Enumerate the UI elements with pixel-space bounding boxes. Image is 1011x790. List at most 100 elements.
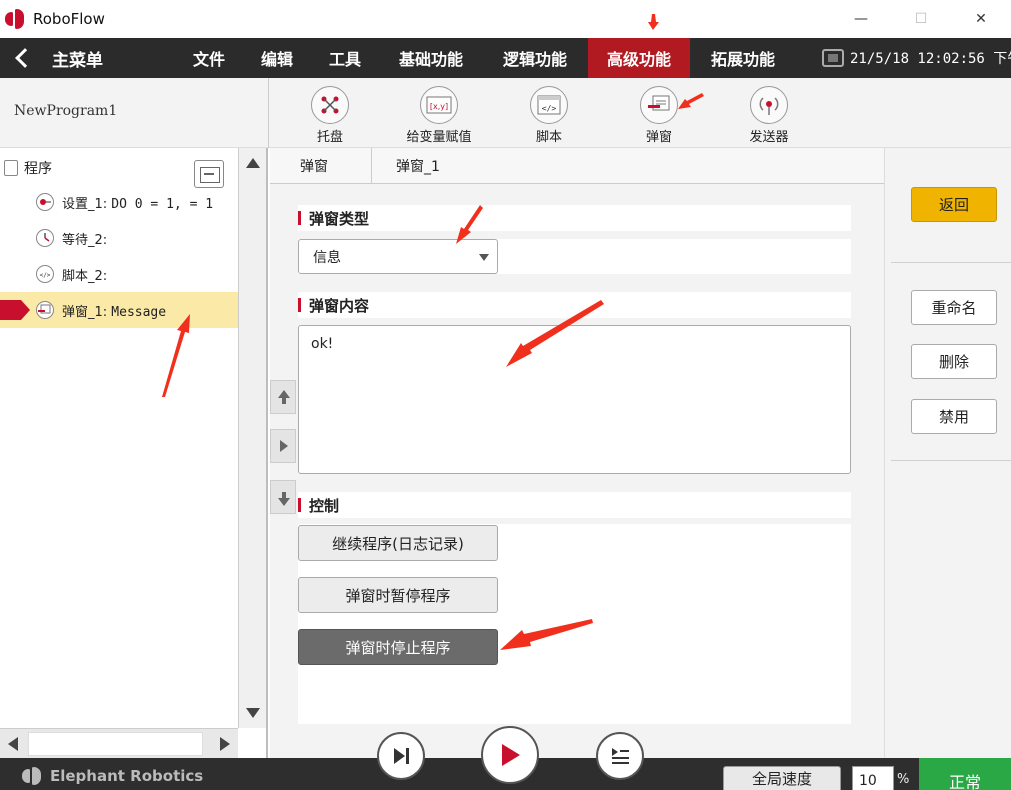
menu-logic-functions[interactable]: 逻辑功能 (484, 38, 586, 78)
maximize-button[interactable]: ☐ (891, 0, 951, 38)
global-speed-button[interactable]: 全局速度 (723, 766, 841, 790)
menu-extension-functions[interactable]: 拓展功能 (692, 38, 794, 78)
play-icon (502, 744, 520, 766)
toolbar: NewProgram1 托盘 [x,y] 给变量赋值 </> 脚本 弹窗 发送器 (0, 78, 1011, 148)
pause-on-popup-button[interactable]: 弹窗时暂停程序 (298, 577, 498, 613)
step-forward-icon (394, 748, 409, 764)
arrow-up-icon (278, 390, 290, 404)
disable-button[interactable]: 禁用 (911, 399, 997, 434)
popup-content-header: 弹窗内容 (298, 292, 851, 318)
status-badge: 正常 (919, 758, 1011, 790)
app-title: RoboFlow (33, 10, 105, 28)
popup-type-select[interactable]: 信息 (298, 239, 498, 274)
stop-on-popup-button[interactable]: 弹窗时停止程序 (298, 629, 498, 665)
tree-item-popup-label: 弹窗_1: (62, 304, 108, 320)
title-bar: RoboFlow — ☐ ✕ (0, 0, 1011, 38)
popup-icon (640, 86, 678, 124)
menu-advanced-functions[interactable]: 高级功能 (588, 38, 690, 78)
list-button[interactable] (596, 732, 644, 780)
scroll-thumb[interactable] (28, 732, 203, 756)
breadcrumb: 弹窗 弹窗_1 (270, 148, 884, 184)
toolbar-divider (268, 78, 269, 148)
tree-root-label: 程序 (24, 161, 52, 177)
popup-small-icon (36, 301, 54, 319)
tool-pallet-label: 托盘 (316, 130, 343, 145)
continue-program-log-button[interactable]: 继续程序(日志记录) (298, 525, 498, 561)
return-button[interactable]: 返回 (911, 187, 997, 222)
menu-basic-functions[interactable]: 基础功能 (380, 38, 482, 78)
svg-text:[x,y]: [x,y] (430, 102, 448, 111)
popup-content-input[interactable]: ok! (298, 325, 851, 474)
tool-sender-label: 发送器 (749, 130, 789, 145)
script-icon: </> (530, 86, 568, 124)
tree-item-wait[interactable]: 等待_2: (0, 220, 238, 256)
svg-text:</>: </> (542, 104, 557, 113)
tree-root[interactable]: 程序 (4, 158, 52, 178)
pallet-icon (311, 86, 349, 124)
popup-type-value: 信息 (313, 249, 341, 266)
arrow-down-icon (278, 492, 290, 506)
tool-script[interactable]: </> 脚本 (504, 86, 594, 148)
arrow-right-icon (280, 440, 288, 452)
program-name: NewProgram1 (14, 103, 118, 119)
selection-marker (0, 300, 30, 320)
tool-sender[interactable]: 发送器 (724, 86, 814, 148)
brand-logo-icon (22, 767, 42, 785)
breadcrumb-popup[interactable]: 弹窗 (300, 148, 328, 184)
tree-vertical-scrollbar[interactable] (238, 148, 266, 728)
tool-popup[interactable]: 弹窗 (614, 86, 704, 148)
menu-edit[interactable]: 编辑 (244, 38, 310, 78)
move-up-button[interactable] (270, 380, 296, 414)
menu-tools[interactable]: 工具 (312, 38, 378, 78)
tree-item-wait-label: 等待_2: (62, 232, 108, 248)
tool-pallet[interactable]: 托盘 (285, 86, 375, 148)
svg-text:</>: </> (40, 272, 51, 279)
speed-unit: % (897, 772, 910, 787)
scroll-up-icon[interactable] (246, 158, 260, 168)
global-speed-input[interactable]: 10 (852, 766, 894, 790)
main-menu-label[interactable]: 主菜单 (52, 46, 103, 71)
breadcrumb-popup-1[interactable]: 弹窗_1 (396, 148, 440, 184)
broadcast-icon (750, 86, 788, 124)
brand: Elephant Robotics (22, 762, 203, 790)
menu-file[interactable]: 文件 (176, 38, 242, 78)
scroll-left-icon[interactable] (8, 737, 18, 751)
document-icon (4, 160, 18, 176)
minimize-button[interactable]: — (831, 0, 891, 38)
tree-item-set-detail: DO 0 = 1, = 1 (111, 196, 214, 212)
popup-settings-panel: 弹窗 弹窗_1 弹窗类型 信息 弹窗内容 ok! 控制 继续程序(日志记录) 弹… (270, 148, 884, 758)
move-right-button[interactable] (270, 429, 296, 463)
variable-icon: [x,y] (420, 86, 458, 124)
tree-item-script[interactable]: </> 脚本_2: (0, 256, 238, 292)
chip-icon (822, 49, 844, 67)
set-icon (36, 193, 54, 211)
tree-item-script-label: 脚本_2: (62, 268, 108, 284)
clock-text: 21/5/18 12:02:56 下午 (850, 51, 1011, 67)
step-button[interactable] (377, 732, 425, 780)
tree-horizontal-scrollbar[interactable] (0, 728, 238, 758)
control-header: 控制 (298, 492, 851, 518)
node-actions-panel: 返回 重命名 删除 禁用 (884, 148, 1011, 758)
rename-button[interactable]: 重命名 (911, 290, 997, 325)
program-tree-panel: 程序 设置_1: DO 0 = 1, = 1 等待_2: </> 脚本_2: 弹… (0, 148, 268, 758)
tree-item-popup[interactable]: 弹窗_1: Message (0, 292, 238, 328)
app-logo-icon (5, 9, 25, 29)
popup-type-header: 弹窗类型 (298, 205, 851, 231)
tree-item-set[interactable]: 设置_1: DO 0 = 1, = 1 (0, 184, 238, 220)
move-down-button[interactable] (270, 480, 296, 514)
back-arrow-icon[interactable] (12, 46, 34, 70)
scroll-right-icon[interactable] (220, 737, 230, 751)
list-play-icon (612, 748, 629, 764)
run-button[interactable] (481, 726, 539, 784)
clock: 21/5/18 12:02:56 下午 (822, 38, 1011, 78)
tool-script-label: 脚本 (535, 130, 562, 145)
scroll-down-icon[interactable] (246, 708, 260, 718)
tree-item-popup-detail: Message (111, 304, 167, 320)
clock-icon (36, 229, 54, 247)
delete-button[interactable]: 删除 (911, 344, 997, 379)
tree-item-set-label: 设置_1: (62, 196, 108, 212)
close-button[interactable]: ✕ (951, 0, 1011, 38)
chevron-down-icon (479, 254, 489, 261)
tool-popup-label: 弹窗 (645, 130, 672, 145)
tool-assign-variable[interactable]: [x,y] 给变量赋值 (394, 86, 484, 148)
